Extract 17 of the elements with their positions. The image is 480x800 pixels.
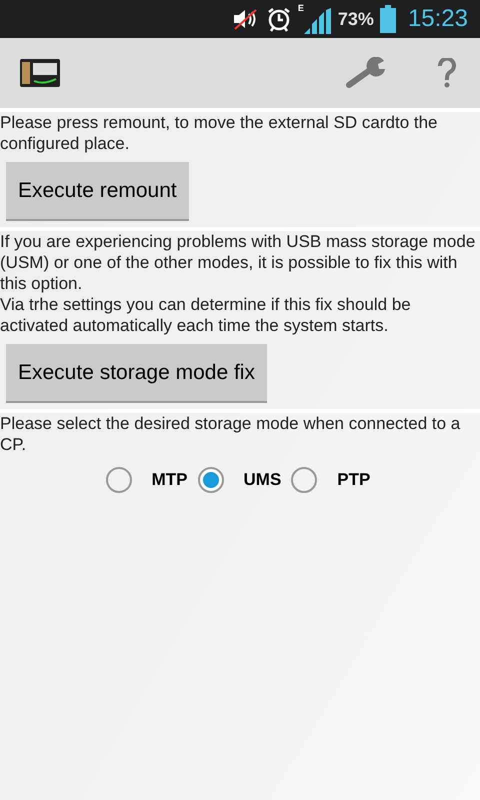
battery-percent: 73% (338, 8, 374, 30)
battery-icon (380, 5, 396, 33)
execute-button[interactable]: Execute storage mode fix (6, 344, 267, 403)
radio-option[interactable]: PTP (291, 467, 370, 493)
sd-card-icon[interactable] (20, 59, 60, 87)
radio-option[interactable]: MTP (106, 467, 188, 493)
instruction-text: If you are experiencing problems with USB mass storage mode (USM) or one of the other modes, it is possible to fix this with this option. Via trhe settings you can determine if this fix should be activated automatically each time the system starts. (0, 231, 476, 336)
execute-button[interactable]: Execute remount (6, 162, 189, 221)
instruction-text: Please press remount, to move the external SD cardto the configured place. (0, 112, 439, 154)
instruction-text: Please select the desired storage mode when connected to a CP. (0, 413, 462, 455)
help-icon[interactable] (438, 58, 456, 88)
clock-time: 15:23 (408, 4, 468, 34)
alarm-clock-icon (266, 6, 292, 32)
wrench-icon[interactable] (346, 57, 388, 89)
radio-option[interactable]: UMS (198, 467, 282, 493)
signal-icon (304, 8, 332, 34)
network-type: E (298, 4, 304, 13)
